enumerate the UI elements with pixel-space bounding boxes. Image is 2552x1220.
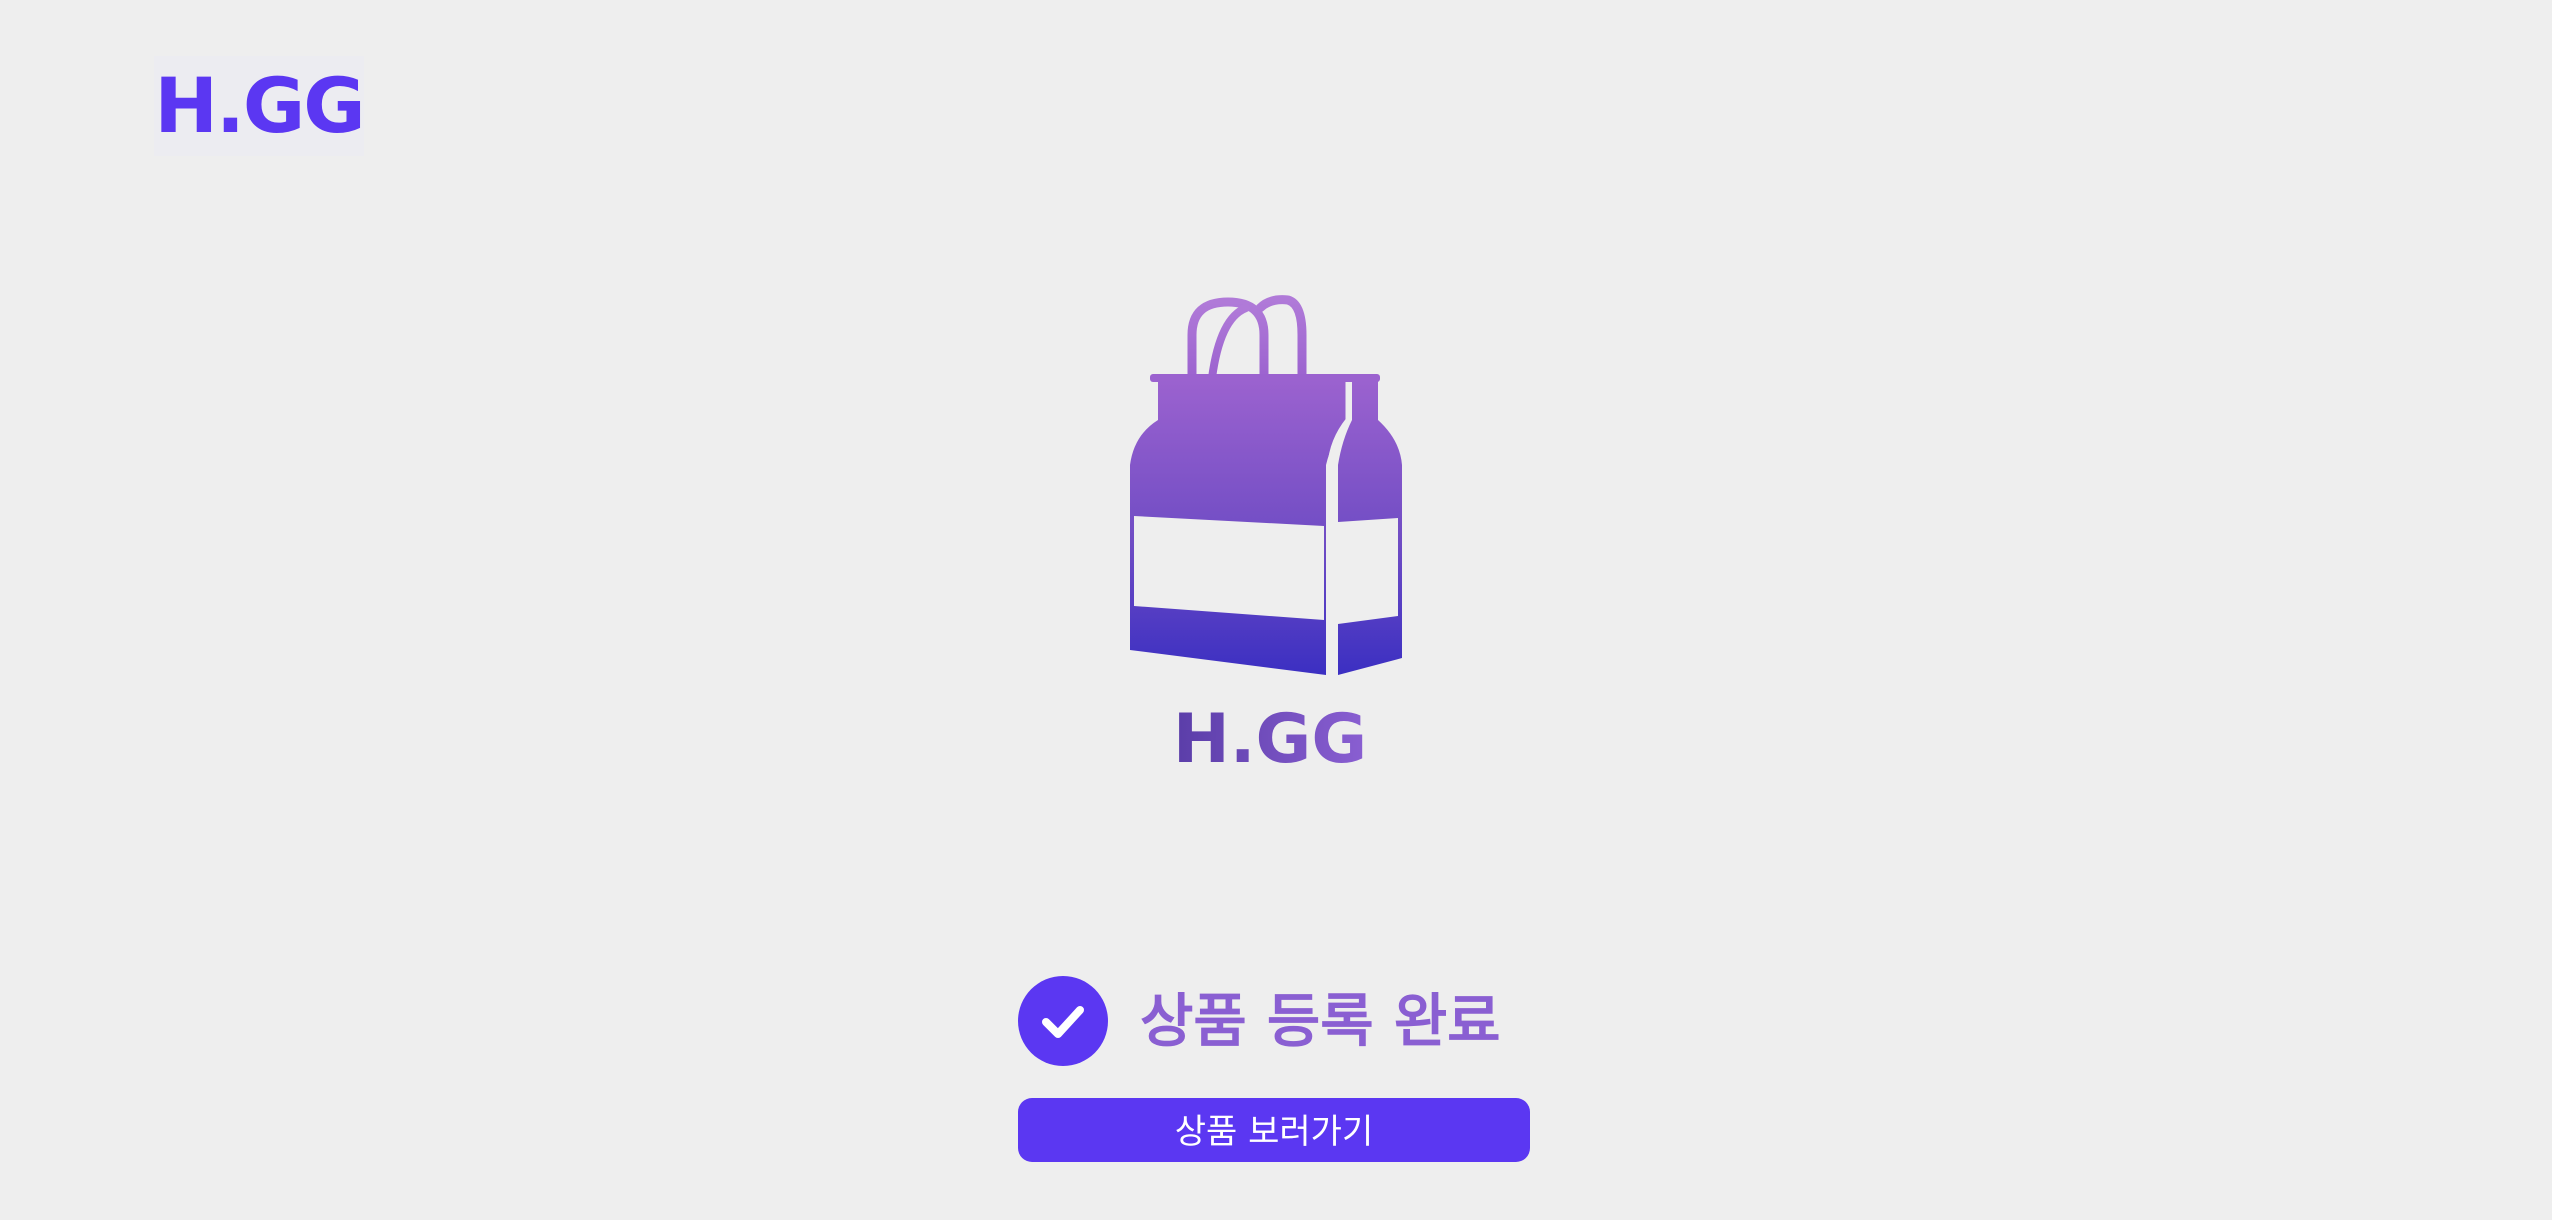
shopping-bag-icon: H.GG <box>1130 295 1402 779</box>
header-logo[interactable]: H.GG <box>154 56 366 156</box>
success-message: 상품 등록 완료 <box>1018 976 1501 1066</box>
registration-complete-page: H.GG H.GG 상품 등록 완료 상품 보러가기 <box>0 0 2552 1220</box>
check-icon-glyph <box>1042 1006 1084 1038</box>
header-logo-text: H.GG <box>154 61 365 150</box>
view-product-button[interactable]: 상품 보러가기 <box>1018 1098 1530 1162</box>
hero-logo: H.GG <box>1120 290 1420 780</box>
hero-wordmark: H.GG <box>1173 700 1367 779</box>
success-title: 상품 등록 완료 <box>1140 987 1501 1055</box>
check-icon <box>1018 976 1108 1066</box>
